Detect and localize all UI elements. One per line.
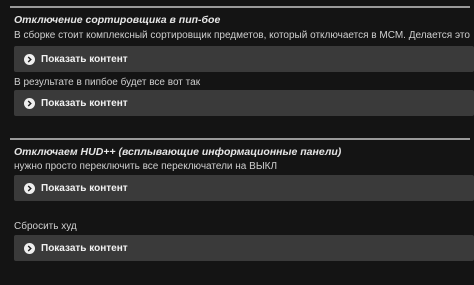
show-content-button-3[interactable]: Показать контент [14, 175, 474, 201]
section-heading-sorter: Отключение сортировщика в пип-бое [14, 14, 221, 26]
middle-divider [10, 138, 470, 140]
chevron-right-circle-icon [24, 97, 35, 109]
show-content-label: Показать контент [41, 97, 128, 109]
page: Отключение сортировщика в пип-бое В сбор… [0, 0, 474, 285]
show-content-label: Показать контент [41, 53, 128, 65]
show-content-label: Показать контент [41, 182, 128, 194]
section-text-sorter: В сборке стоит комплексный сортировщик п… [14, 30, 470, 41]
section-heading-hud: Отключаем HUD++ (всплывающие информацион… [14, 146, 342, 158]
top-divider [10, 6, 470, 8]
show-content-button-4[interactable]: Показать контент [14, 235, 474, 261]
show-content-button-1[interactable]: Показать контент [14, 46, 474, 72]
chevron-right-circle-icon [24, 53, 35, 65]
chevron-right-circle-icon [24, 182, 35, 194]
show-content-label: Показать контент [41, 242, 128, 254]
section-text-reset-hud: Сбросить худ [14, 221, 77, 232]
show-content-button-2[interactable]: Показать контент [14, 90, 474, 116]
section-text-hud: нужно просто переключить все переключате… [14, 161, 278, 172]
chevron-right-circle-icon [24, 242, 35, 254]
section-text-result: В результате в пипбое будет все вот так [14, 77, 201, 88]
